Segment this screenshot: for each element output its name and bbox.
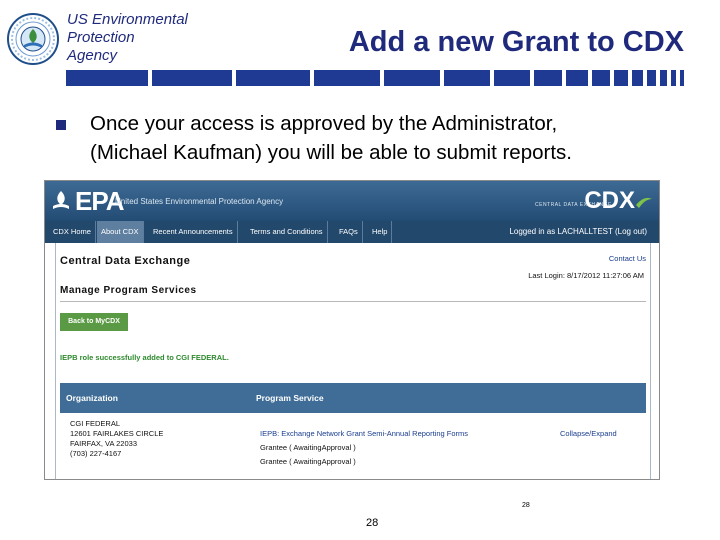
cdx-content: Central Data Exchange Contact Us Last Lo…	[55, 243, 651, 479]
cdx-screenshot: EPA United States Environmental Protecti…	[44, 180, 660, 480]
slide-title: Add a new Grant to CDX	[348, 26, 684, 58]
contact-us-link[interactable]: Contact Us	[609, 254, 646, 263]
program-service-link[interactable]: IEPB: Exchange Network Grant Semi-Annual…	[260, 429, 468, 438]
bullet-line: (Michael Kaufman) you will be able to su…	[90, 141, 572, 164]
page-title: Central Data Exchange	[60, 255, 191, 267]
agency-name: US Environmental Protection Agency	[67, 11, 227, 65]
agency-line: Agency	[67, 47, 118, 64]
last-login: Last Login: 8/17/2012 11:27:06 AM	[528, 271, 644, 280]
nav-cdx-home[interactable]: CDX Home	[49, 221, 96, 243]
epa-seal-icon	[7, 13, 59, 65]
grantee-status: Grantee ( AwaitingApproval )	[260, 443, 356, 452]
column-header-program-service: Program Service	[256, 393, 324, 403]
divider	[60, 301, 646, 302]
org-city: FAIRFAX, VA 22033	[70, 439, 137, 448]
table-header: Organization Program Service	[60, 383, 646, 413]
cdx-banner: EPA United States Environmental Protecti…	[45, 181, 659, 221]
epa-logo: EPA	[51, 186, 125, 216]
grantee-status: Grantee ( AwaitingApproval )	[260, 457, 356, 466]
table-row: CGI FEDERAL 12601 FAIRLAKES CIRCLE FAIRF…	[60, 417, 646, 479]
column-header-organization: Organization	[66, 393, 118, 403]
success-message: IEPB role successfully added to CGI FEDE…	[60, 353, 229, 362]
nav-faqs[interactable]: FAQs	[335, 221, 363, 243]
cdx-logo-text: CDX	[584, 187, 635, 214]
bullet-square-icon	[56, 120, 66, 130]
slide-page-number: 28	[366, 517, 379, 529]
cdx-swoosh-icon	[636, 197, 652, 208]
logged-in-status[interactable]: Logged in as LACHALLTEST (Log out)	[509, 221, 647, 243]
bullet-line: Once your access is approved by the Admi…	[90, 112, 558, 135]
org-name: CGI FEDERAL	[70, 419, 121, 428]
back-to-mycdx-button[interactable]: Back to MyCDX	[60, 313, 128, 331]
decorative-bar-strip	[0, 70, 720, 86]
screenshot-page-number: 28	[522, 502, 530, 509]
section-title: Manage Program Services	[60, 285, 197, 296]
agency-line: Protection	[67, 29, 135, 46]
agency-line: US Environmental	[67, 11, 188, 28]
cdx-nav-bar: CDX Home About CDX Recent Announcements …	[45, 221, 659, 243]
epa-flower-icon	[53, 191, 69, 209]
agency-full-name: United States Environmental Protection A…	[115, 197, 284, 206]
nav-terms-and-conditions[interactable]: Terms and Conditions	[246, 221, 328, 243]
org-phone: (703) 227-4167	[70, 449, 122, 458]
nav-help[interactable]: Help	[368, 221, 393, 243]
collapse-expand-link[interactable]: Collapse/Expand	[560, 429, 617, 438]
bullet-text: Once your access is approved by the Admi…	[90, 109, 710, 167]
org-address: 12601 FAIRLAKES CIRCLE	[70, 429, 164, 438]
nav-recent-announcements[interactable]: Recent Announcements	[149, 221, 238, 243]
nav-about-cdx[interactable]: About CDX	[97, 221, 144, 243]
